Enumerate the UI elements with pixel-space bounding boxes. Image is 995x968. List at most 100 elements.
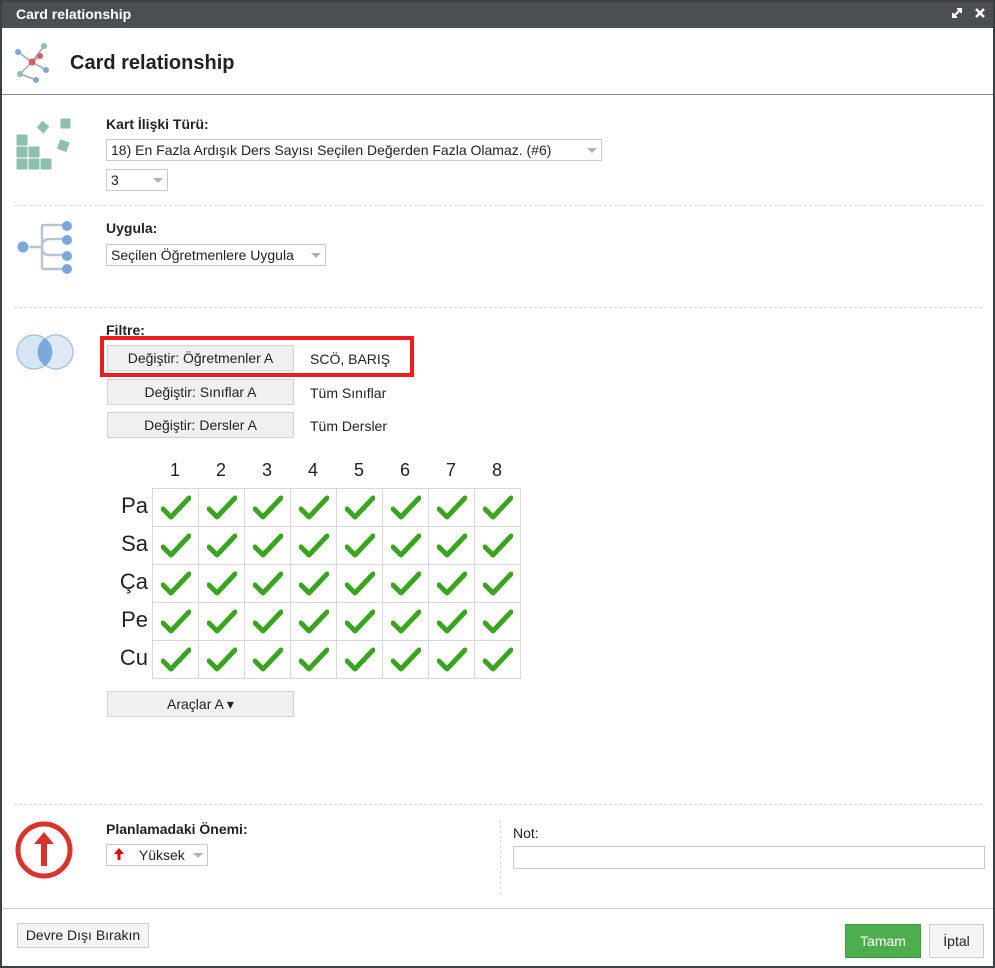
priority-select[interactable]: Yüksek bbox=[106, 844, 208, 866]
maximize-icon[interactable] bbox=[951, 6, 963, 22]
grid-row bbox=[152, 488, 521, 527]
section-divider bbox=[14, 307, 982, 308]
section-divider bbox=[14, 804, 982, 805]
checkmark-icon bbox=[206, 647, 237, 671]
grid-cell[interactable] bbox=[474, 488, 521, 527]
grid-column-header[interactable]: 1 bbox=[152, 460, 198, 481]
grid-cell[interactable] bbox=[474, 564, 521, 603]
footer-divider bbox=[2, 908, 993, 909]
grid-cell[interactable] bbox=[244, 488, 291, 527]
checkmark-icon bbox=[252, 647, 283, 671]
grid-cell[interactable] bbox=[290, 488, 337, 527]
grid-cell[interactable] bbox=[474, 640, 521, 679]
change-classes-button[interactable]: Değiştir: Sınıflar A bbox=[107, 379, 294, 405]
grid-cell[interactable] bbox=[336, 640, 383, 679]
grid-cell[interactable] bbox=[244, 526, 291, 565]
checkmark-icon bbox=[160, 495, 191, 519]
tools-button[interactable]: Araçlar A ▾ bbox=[107, 691, 294, 717]
grid-cell[interactable] bbox=[428, 640, 475, 679]
grid-cell[interactable] bbox=[198, 488, 245, 527]
relation-count-select[interactable]: 3 bbox=[106, 169, 168, 191]
checkmark-icon bbox=[436, 571, 467, 595]
venn-icon bbox=[14, 332, 76, 375]
grid-cell[interactable] bbox=[152, 526, 199, 565]
checkmark-icon bbox=[390, 609, 421, 633]
grid-cell[interactable] bbox=[290, 526, 337, 565]
grid-cell[interactable] bbox=[244, 602, 291, 641]
grid-cell[interactable] bbox=[198, 640, 245, 679]
grid-column-header[interactable]: 7 bbox=[428, 460, 474, 481]
grid-cell[interactable] bbox=[152, 488, 199, 527]
chevron-down-icon bbox=[153, 178, 163, 183]
grid-column-header[interactable]: 6 bbox=[382, 460, 428, 481]
grid-column-header[interactable]: 2 bbox=[198, 460, 244, 481]
grid-column-header[interactable]: 3 bbox=[244, 460, 290, 481]
grid-cell[interactable] bbox=[198, 602, 245, 641]
grid-column-header[interactable]: 4 bbox=[290, 460, 336, 481]
note-label: Not: bbox=[513, 825, 539, 841]
priority-value: Yüksek bbox=[138, 847, 185, 863]
grid-row-header[interactable]: Pe bbox=[108, 607, 148, 633]
grid-cell[interactable] bbox=[428, 602, 475, 641]
grid-cell[interactable] bbox=[244, 564, 291, 603]
grid-cell[interactable] bbox=[244, 640, 291, 679]
grid-cell[interactable] bbox=[290, 602, 337, 641]
grid-cell[interactable] bbox=[382, 526, 429, 565]
grid-cell[interactable] bbox=[428, 488, 475, 527]
apply-select[interactable]: Seçilen Öğretmenlere Uygula bbox=[106, 244, 326, 266]
checkmark-icon bbox=[252, 533, 283, 557]
chevron-down-icon bbox=[587, 148, 597, 153]
apply-label: Uygula: bbox=[106, 220, 158, 236]
grid-cell[interactable] bbox=[428, 526, 475, 565]
relation-type-select[interactable]: 18) En Fazla Ardışık Ders Sayısı Seçilen… bbox=[106, 139, 602, 161]
grid-row-header[interactable]: Sa bbox=[108, 531, 148, 557]
grid-row bbox=[152, 602, 521, 641]
grid-column-header[interactable]: 5 bbox=[336, 460, 382, 481]
grid-cell[interactable] bbox=[382, 602, 429, 641]
grid-cell[interactable] bbox=[336, 602, 383, 641]
grid-cell[interactable] bbox=[198, 526, 245, 565]
grid-row bbox=[152, 564, 521, 603]
checkmark-icon bbox=[436, 647, 467, 671]
grid-row bbox=[152, 526, 521, 565]
relation-type-label: Kart İlişki Türü: bbox=[106, 116, 209, 132]
grid-cell[interactable] bbox=[382, 488, 429, 527]
grid-cell[interactable] bbox=[152, 640, 199, 679]
disable-button[interactable]: Devre Dışı Bırakın bbox=[17, 923, 149, 948]
grid-cell[interactable] bbox=[152, 564, 199, 603]
grid-cell[interactable] bbox=[290, 640, 337, 679]
grid-cell[interactable] bbox=[382, 640, 429, 679]
grid-cell[interactable] bbox=[336, 564, 383, 603]
grid-cell[interactable] bbox=[382, 564, 429, 603]
change-subjects-button[interactable]: Değiştir: Dersler A bbox=[107, 412, 294, 438]
blocks-icon bbox=[14, 116, 76, 177]
dialog-header: Card relationship bbox=[2, 28, 993, 95]
checkmark-icon bbox=[390, 571, 421, 595]
grid-cell[interactable] bbox=[336, 526, 383, 565]
section-divider bbox=[14, 205, 982, 206]
grid-cell[interactable] bbox=[474, 526, 521, 565]
note-input[interactable] bbox=[513, 846, 985, 869]
close-icon[interactable] bbox=[974, 6, 986, 22]
grid-cell[interactable] bbox=[428, 564, 475, 603]
grid-row-header[interactable]: Ça bbox=[108, 569, 148, 595]
grid-row-header[interactable]: Cu bbox=[108, 645, 148, 671]
dialog-window: Card relationship Card relationship Kart… bbox=[0, 0, 995, 968]
ok-button[interactable]: Tamam bbox=[845, 924, 921, 958]
checkmark-icon bbox=[390, 533, 421, 557]
grid-cell[interactable] bbox=[290, 564, 337, 603]
grid-cell[interactable] bbox=[198, 564, 245, 603]
checkmark-icon bbox=[160, 647, 191, 671]
grid-row-header[interactable]: Pa bbox=[108, 493, 148, 519]
grid-column-header[interactable]: 8 bbox=[474, 460, 520, 481]
checkmark-icon bbox=[298, 609, 329, 633]
grid-cell[interactable] bbox=[474, 602, 521, 641]
cancel-button[interactable]: İptal bbox=[929, 924, 984, 958]
vertical-divider bbox=[500, 820, 501, 894]
checkmark-icon bbox=[298, 647, 329, 671]
grid-cell[interactable] bbox=[336, 488, 383, 527]
checkmark-icon bbox=[252, 609, 283, 633]
tree-icon bbox=[14, 219, 76, 280]
checkmark-icon bbox=[436, 495, 467, 519]
grid-cell[interactable] bbox=[152, 602, 199, 641]
